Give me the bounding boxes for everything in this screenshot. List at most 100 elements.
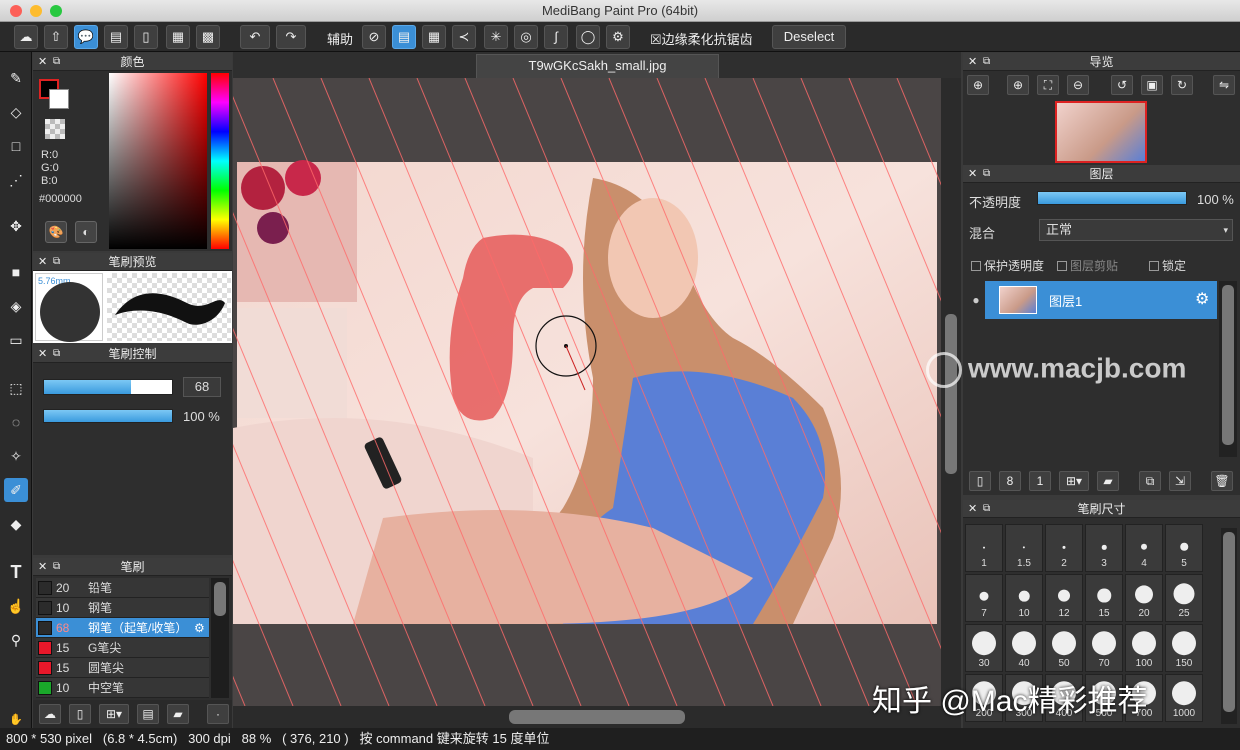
close-icon[interactable]: ✕ — [38, 53, 47, 71]
antialias-checkbox[interactable]: ☒边缘柔化抗锯齿 — [650, 29, 753, 48]
popout-icon[interactable]: ⧉ — [983, 53, 990, 71]
brush-size-option[interactable]: 12 — [1045, 574, 1083, 622]
hue-slider[interactable] — [211, 73, 229, 249]
zoom-out-icon[interactable]: ⊖ — [1067, 75, 1089, 95]
minimize-window-button[interactable] — [30, 5, 42, 17]
brush-size-option[interactable]: 1.5 — [1005, 524, 1043, 572]
delete-icon[interactable]: · — [207, 704, 229, 724]
color-history-icon[interactable]: ◐ — [75, 221, 97, 243]
brush-item-round-pen[interactable]: 15 圆笔尖 — [36, 658, 209, 678]
layout-icon[interactable]: ▦ — [166, 25, 190, 49]
brush-item-pencil[interactable]: 20 铅笔 — [36, 578, 209, 598]
brush-item-pen[interactable]: 10 钢笔 — [36, 598, 209, 618]
brush-size-option[interactable]: 20 — [1125, 574, 1163, 622]
dot-tool-icon[interactable]: ⋰ — [4, 168, 28, 192]
rect-select-icon[interactable]: ⬚ — [4, 376, 28, 400]
gradient-tool-icon[interactable]: ▭ — [4, 328, 28, 352]
layer-opacity-slider[interactable] — [1037, 191, 1187, 205]
brush-settings-gear-icon[interactable]: ⚙ — [194, 618, 205, 638]
brush-file-icon[interactable]: ▤ — [137, 704, 159, 724]
popout-icon[interactable]: ⧉ — [53, 558, 60, 576]
close-icon[interactable]: ✕ — [38, 345, 47, 363]
comment-icon[interactable]: ▤ — [104, 25, 128, 49]
layer-visibility-icon[interactable]: ● — [967, 281, 985, 319]
brush-size-scrollbar[interactable] — [1221, 528, 1237, 724]
shape-tool-icon[interactable]: □ — [4, 134, 28, 158]
canvas-drawing[interactable] — [233, 78, 941, 706]
move-tool-icon[interactable]: ✥ — [4, 214, 28, 238]
brush-size-option[interactable]: 25 — [1165, 574, 1203, 622]
popout-icon[interactable]: ⧉ — [53, 53, 60, 71]
brush-size-value[interactable]: 68 — [183, 377, 221, 397]
settings-gear-icon[interactable]: ⚙ — [606, 25, 630, 49]
zoom-window-button[interactable] — [50, 5, 62, 17]
deselect-button[interactable]: Deselect — [772, 25, 846, 49]
reset-view-icon[interactable]: ▣ — [1141, 75, 1163, 95]
bucket-tool-icon[interactable]: ◈ — [4, 294, 28, 318]
add-layer-menu-icon[interactable]: ⊞▾ — [1059, 471, 1089, 491]
folder-icon[interactable]: ▰ — [167, 704, 189, 724]
operation-tool-icon[interactable]: ☝ — [4, 594, 28, 618]
canvas-vertical-scrollbar[interactable] — [941, 78, 961, 706]
blend-mode-select[interactable]: 正常 ▾ — [1039, 219, 1233, 241]
concentric-circle-icon[interactable]: ◎ — [514, 25, 538, 49]
ellipse-icon[interactable]: ◯ — [576, 25, 600, 49]
close-icon[interactable]: ✕ — [38, 253, 47, 271]
brush-size-option[interactable]: 1000 — [1165, 674, 1203, 722]
brush-size-option[interactable]: 5 — [1165, 524, 1203, 572]
check-list-icon[interactable]: ▩ — [196, 25, 220, 49]
close-icon[interactable]: ✕ — [968, 500, 977, 518]
chat-icon[interactable]: 💬 — [74, 25, 98, 49]
brush-item-pen-pressure[interactable]: 68 钢笔（起笔/收笔） ⚙ — [36, 618, 209, 638]
canvas-viewport[interactable] — [233, 78, 941, 706]
layer-row[interactable]: 图层1 ⚙ — [985, 281, 1217, 319]
brush-size-option[interactable]: 70 — [1085, 624, 1123, 672]
new-1bit-layer-icon[interactable]: 1 — [1029, 471, 1051, 491]
canvas-horizontal-scrollbar[interactable] — [233, 706, 961, 728]
redo-icon[interactable]: ↷ — [276, 25, 306, 49]
brush-size-option[interactable]: 30 — [965, 624, 1003, 672]
popout-icon[interactable]: ⧉ — [53, 345, 60, 363]
assist-off-icon[interactable]: ⊘ — [362, 25, 386, 49]
eraser-tool-icon[interactable]: ◇ — [4, 100, 28, 124]
flip-icon[interactable]: ⇋ — [1213, 75, 1235, 95]
brush-size-option[interactable]: 40 — [1005, 624, 1043, 672]
duplicate-layer-icon[interactable]: ⧉ — [1139, 471, 1161, 491]
brush-size-option[interactable]: 2 — [1045, 524, 1083, 572]
navigator-thumbnail[interactable] — [1055, 101, 1147, 163]
brush-opacity-slider[interactable] — [43, 409, 173, 423]
share-icon[interactable]: ⇧ — [44, 25, 68, 49]
brush-size-option[interactable]: 10 — [1005, 574, 1043, 622]
parallel-lines-icon[interactable]: ▤ — [392, 25, 416, 49]
popout-icon[interactable]: ⧉ — [53, 253, 60, 271]
radial-lines-icon[interactable]: ✳ — [484, 25, 508, 49]
close-icon[interactable]: ✕ — [968, 53, 977, 71]
eyedropper-icon[interactable]: ⚲ — [4, 628, 28, 652]
zoom-fit-icon[interactable]: ⊕ — [967, 75, 989, 95]
brush-size-option[interactable]: 50 — [1045, 624, 1083, 672]
popout-icon[interactable]: ⧉ — [983, 165, 990, 183]
brush-tool-icon[interactable]: ✎ — [4, 66, 28, 90]
brush-size-option[interactable]: 3 — [1085, 524, 1123, 572]
brush-item-hollow-pen[interactable]: 10 中空笔 — [36, 678, 209, 698]
protect-alpha-checkbox[interactable]: 保护透明度 — [971, 257, 1044, 274]
rotate-left-icon[interactable]: ↺ — [1111, 75, 1133, 95]
transparent-swatch[interactable] — [45, 119, 65, 139]
brush-size-option[interactable]: 4 — [1125, 524, 1163, 572]
cloud-icon[interactable]: ☁ — [14, 25, 38, 49]
select-pen-icon[interactable]: ✐ — [4, 478, 28, 502]
layer-settings-gear-icon[interactable]: ⚙ — [1195, 289, 1209, 309]
close-icon[interactable]: ✕ — [968, 165, 977, 183]
document-tab[interactable]: T9wGKcSakh_small.jpg — [476, 54, 719, 78]
lasso-select-icon[interactable]: ◌ — [4, 410, 28, 434]
magic-wand-icon[interactable]: ✧ — [4, 444, 28, 468]
brush-size-slider[interactable] — [43, 379, 173, 395]
close-icon[interactable]: ✕ — [38, 558, 47, 576]
palette-icon[interactable]: 🎨 — [45, 221, 67, 243]
new-8bit-layer-icon[interactable]: 8 — [999, 471, 1021, 491]
brush-size-option[interactable]: 7 — [965, 574, 1003, 622]
lock-checkbox[interactable]: 锁定 — [1149, 257, 1186, 274]
brush-list-scrollbar[interactable] — [211, 578, 229, 698]
merge-layer-icon[interactable]: ⇲ — [1169, 471, 1191, 491]
new-layer-icon[interactable]: ▯ — [969, 471, 991, 491]
